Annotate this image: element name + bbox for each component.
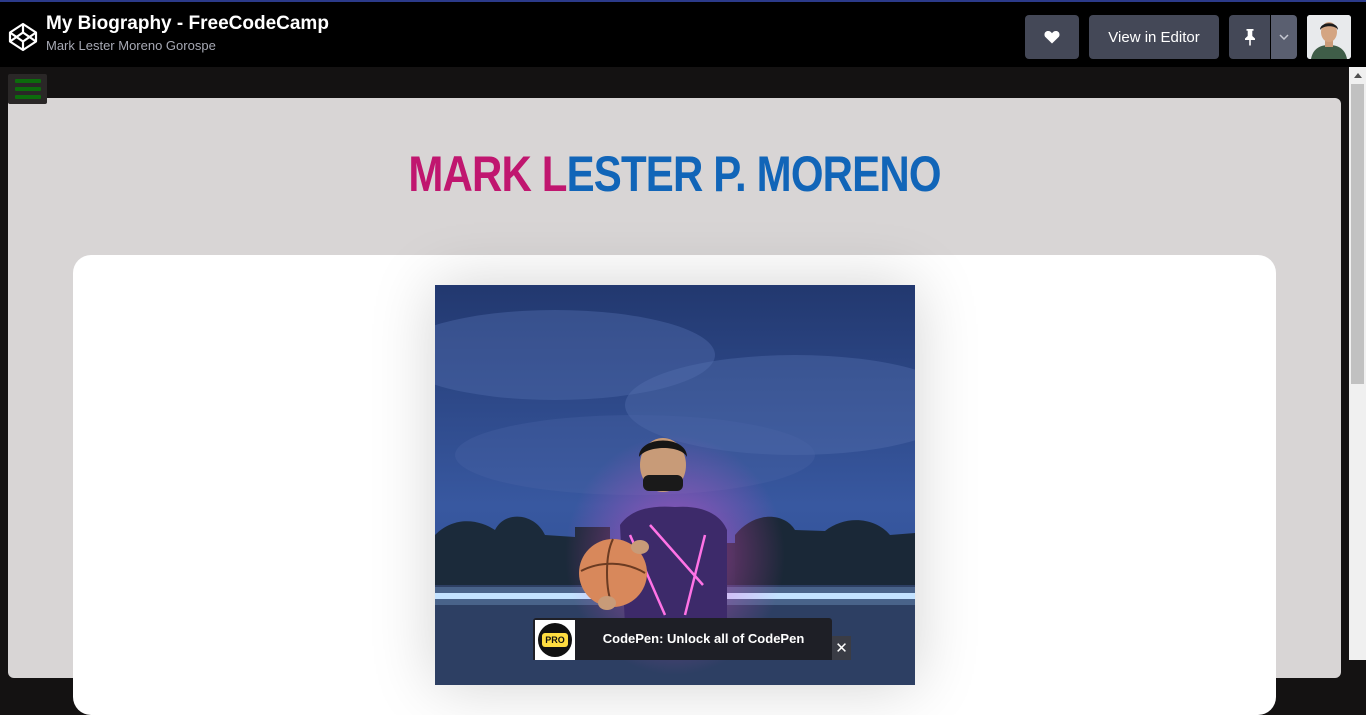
pin-options-dropdown[interactable] (1271, 15, 1297, 59)
promo-text[interactable]: CodePen: Unlock all of CodePen (575, 618, 832, 660)
menu-bar (14, 79, 41, 83)
pin-button[interactable] (1229, 15, 1270, 59)
scroll-up-arrow-icon[interactable] (1349, 67, 1366, 84)
codepen-logo-icon[interactable] (8, 22, 38, 52)
heading-accent-text: MARK L (408, 146, 567, 202)
pro-badge-icon: PRO (535, 620, 575, 660)
close-promo-button[interactable]: ✕ (832, 636, 851, 660)
codepen-pro-promo[interactable]: PRO CodePen: Unlock all of CodePen (533, 618, 832, 660)
pin-icon (1244, 29, 1255, 46)
heading-main-text: ESTER P. MORENO (566, 146, 942, 202)
codepen-top-bar: My Biography - FreeCodeCamp Mark Lester … (0, 0, 1366, 67)
menu-bar (14, 95, 41, 99)
menu-bar (14, 87, 41, 91)
biography-page: MARK LESTER P. MORENO (8, 98, 1341, 715)
user-avatar[interactable] (1307, 15, 1351, 59)
pro-badge-label: PRO (542, 633, 568, 647)
scrollbar-thumb[interactable] (1351, 84, 1364, 384)
pen-title[interactable]: My Biography - FreeCodeCamp (46, 12, 329, 36)
page-heading: MARK LESTER P. MORENO (115, 146, 1235, 202)
love-button[interactable] (1025, 15, 1079, 59)
hamburger-menu-button[interactable] (8, 74, 47, 104)
view-in-editor-button[interactable]: View in Editor (1089, 15, 1219, 59)
chevron-down-icon (1279, 34, 1289, 40)
avatar-image (1307, 15, 1351, 59)
heart-icon (1044, 30, 1060, 44)
pen-author[interactable]: Mark Lester Moreno Gorospe (46, 38, 329, 54)
vertical-scrollbar[interactable] (1349, 67, 1366, 660)
